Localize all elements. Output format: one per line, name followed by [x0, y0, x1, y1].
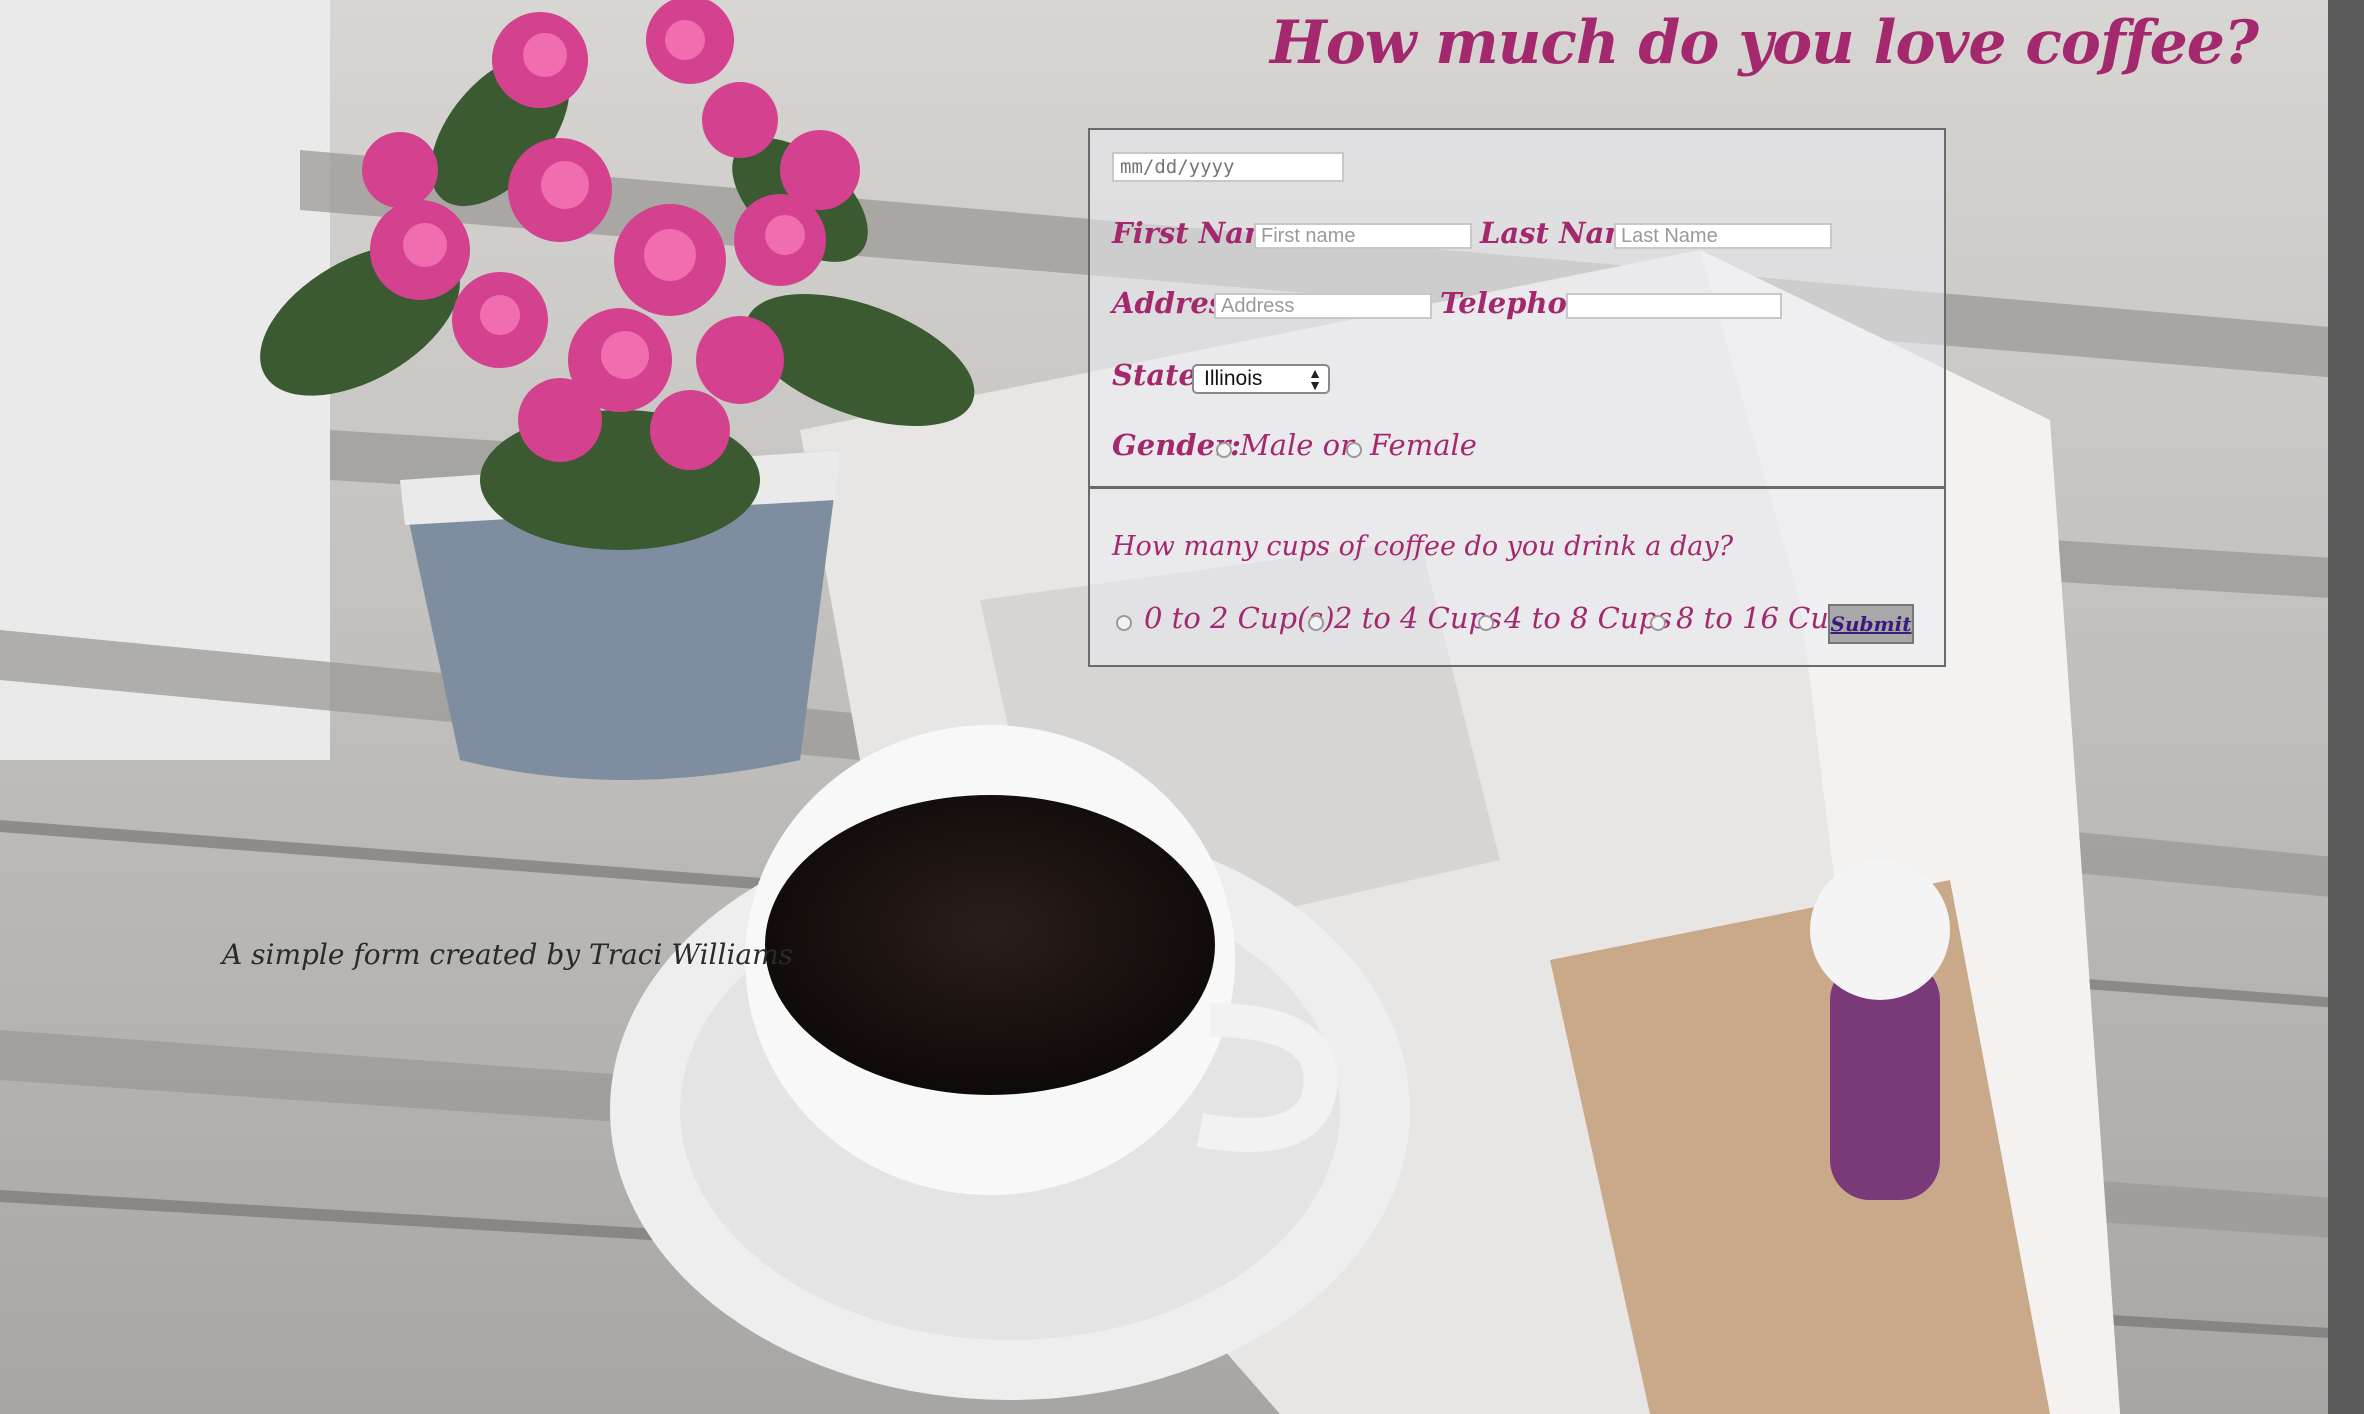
first-name-field[interactable]: [1254, 223, 1472, 249]
select-arrows-icon: ▲ ▼: [1308, 365, 1322, 393]
state-select[interactable]: Illinois ▲ ▼: [1192, 364, 1330, 394]
window-edge: [2328, 0, 2364, 1414]
credit-text: A simple form created by Traci Williams: [222, 938, 794, 971]
male-radio[interactable]: [1216, 442, 1232, 458]
cups-4-8-label: 4 to 8 Cups: [1504, 601, 1672, 635]
state-selected-value: Illinois: [1204, 367, 1263, 390]
page-title: How much do you love coffee?: [1270, 8, 2259, 78]
female-option-label: Female: [1370, 428, 1477, 462]
cups-0-2-label: 0 to 2 Cup(s): [1144, 601, 1335, 635]
personal-info-section: First Name: Last Name: Address: Telephon…: [1090, 130, 1944, 489]
address-field[interactable]: [1214, 293, 1432, 319]
cups-question: How many cups of coffee do you drink a d…: [1112, 531, 1734, 562]
cups-0-2-radio[interactable]: [1116, 615, 1132, 631]
telephone-field[interactable]: [1566, 293, 1782, 319]
male-option-label: Male or: [1240, 428, 1354, 462]
coffee-form: First Name: Last Name: Address: Telephon…: [1088, 128, 1946, 667]
cups-section: How many cups of coffee do you drink a d…: [1090, 489, 1944, 665]
cups-4-8-radio[interactable]: [1478, 615, 1494, 631]
last-name-field[interactable]: [1614, 223, 1832, 249]
female-radio[interactable]: [1346, 442, 1362, 458]
cups-2-4-radio[interactable]: [1308, 615, 1324, 631]
cups-2-4-label: 2 to 4 Cups: [1334, 601, 1502, 635]
cups-8-16-radio[interactable]: [1650, 615, 1666, 631]
date-input[interactable]: [1112, 152, 1344, 182]
submit-button[interactable]: Submit: [1828, 604, 1914, 644]
